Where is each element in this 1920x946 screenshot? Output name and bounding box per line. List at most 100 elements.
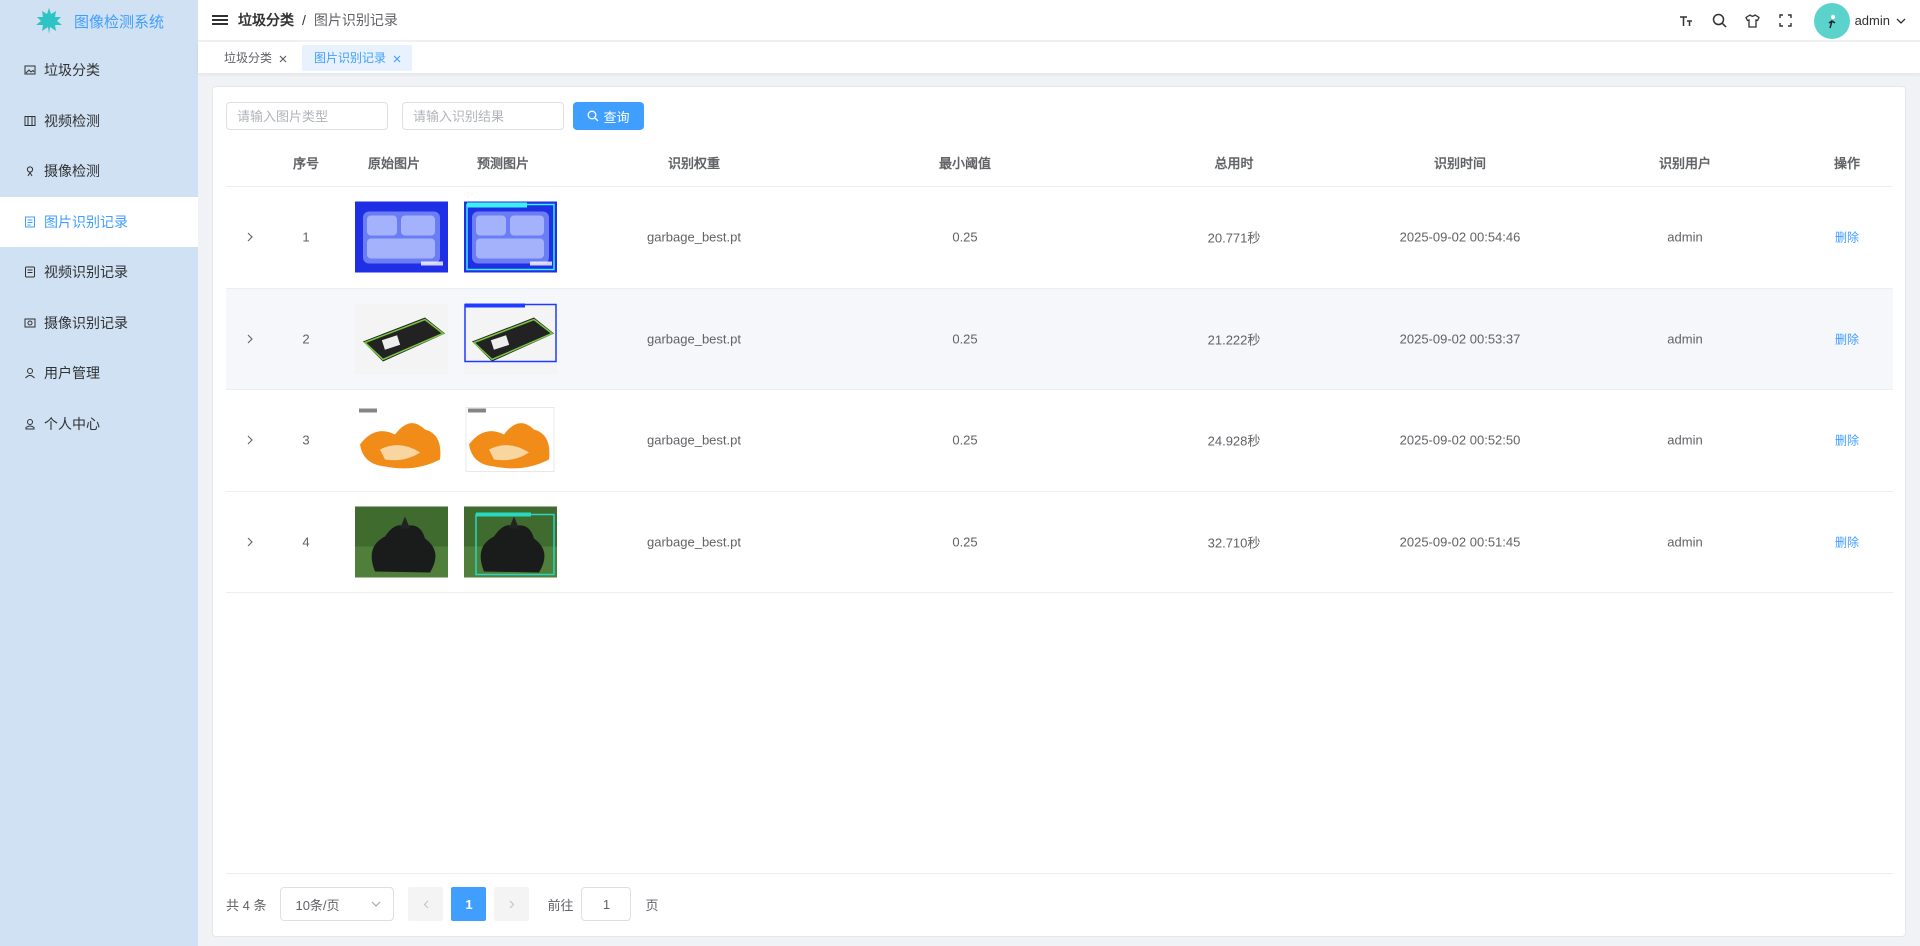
pagination: 共 4 条 10条/页 1 前往 页 [226,887,659,921]
avatar[interactable] [1813,2,1850,39]
sidebar-item-label: 视频识别记录 [44,264,128,281]
cell-user: admin [1667,229,1703,245]
col-weight: 识别权重 [667,156,721,171]
user-name[interactable]: admin [1855,13,1890,28]
cell-threshold: 0.25 [952,432,978,448]
query-button[interactable]: 查询 [573,102,644,130]
record-icon [24,216,36,228]
result-input[interactable] [402,102,564,130]
col-index: 序号 [292,156,320,171]
original-image[interactable] [355,303,448,375]
chevron-right-icon[interactable] [246,537,254,547]
next-page-button[interactable] [494,887,530,921]
table-row[interactable]: 3 garbage_best.pt 0.25 24.928秒 2025-09-02 00… [226,390,1893,492]
cell-threshold: 0.25 [952,229,978,245]
sidebar-item[interactable]: 图片识别记录 [0,196,198,247]
table-row[interactable]: 2 garbage_best.pt 0.25 21.222秒 2025-09-02 00… [226,288,1893,390]
sidebar-item[interactable]: 视频识别记录 [0,247,198,298]
delete-link[interactable]: 删除 [1835,432,1859,449]
hamburger-icon[interactable] [212,13,228,27]
maple-leaf-logo-icon [35,8,62,34]
sidebar-item[interactable]: 视频检测 [0,96,198,147]
chevron-down-icon[interactable] [1896,18,1906,24]
cell-duration: 24.928秒 [1207,433,1261,449]
table-header: 序号 原始图片 预测图片 识别权重 最小阈值 总用时 识别时间 识别用户 操作 [226,141,1893,187]
image-type-input[interactable] [226,102,388,130]
cell-weight: garbage_best.pt [647,331,741,347]
goto-page-input[interactable] [581,887,632,921]
breadcrumb-item-current: 图片识别记录 [313,12,398,28]
user-icon [24,367,36,379]
chevron-right-icon[interactable] [246,232,254,242]
delete-link[interactable]: 删除 [1835,533,1859,550]
col-action: 操作 [1833,156,1861,171]
sidebar-item[interactable]: 摄像识别记录 [0,298,198,349]
table-row[interactable]: 1 garbage_best.pt 0.25 20.771秒 2025-09-02 00… [226,187,1893,289]
original-image[interactable] [355,404,448,476]
camera-icon [24,165,36,177]
sidebar-item[interactable]: 用户管理 [0,348,198,399]
breadcrumb-item-home[interactable]: 垃圾分类 [238,10,294,30]
fullscreen-icon[interactable] [1769,4,1802,37]
records-table: 序号 原始图片 预测图片 识别权重 最小阈值 总用时 识别时间 识别用户 操作 … [226,141,1893,593]
navbar-actions: admin [1670,0,1906,41]
cell-index: 2 [302,331,310,347]
col-threshold: 最小阈值 [938,156,992,171]
cell-weight: garbage_best.pt [647,534,741,550]
tab[interactable]: 图片识别记录 [302,44,413,71]
cell-weight: garbage_best.pt [647,432,741,448]
col-time: 识别时间 [1433,156,1487,171]
filter-bar: 查询 [226,102,644,130]
cell-duration: 32.710秒 [1207,535,1261,551]
predicted-image[interactable] [464,201,557,273]
avatar-figure-icon [1828,14,1835,28]
prev-page-button[interactable] [408,887,444,921]
cell-user: admin [1667,432,1703,448]
cell-index: 1 [302,229,310,245]
chevron-right-icon[interactable] [246,435,254,445]
sidebar-item[interactable]: 摄像检测 [0,146,198,197]
delete-link[interactable]: 删除 [1835,229,1859,246]
search-icon[interactable] [1703,4,1736,37]
tab[interactable]: 垃圾分类 [212,45,298,71]
page-number-current[interactable]: 1 [451,887,487,921]
breadcrumb: 垃圾分类 / 图片识别记录 [238,10,398,30]
main-card: 查询 序号 原始图片 预测图片 识别权重 最小阈值 总用时 识别时间 识别用户 … [212,86,1906,937]
video-icon [24,115,36,127]
goto-label: 前往 [547,897,574,913]
predicted-image[interactable] [464,506,557,578]
delete-link[interactable]: 删除 [1835,330,1859,347]
logo[interactable]: 图像检测系统 [0,0,198,42]
chevron-down-icon [372,901,381,907]
top-navbar: 垃圾分类 / 图片识别记录 admin [198,0,1920,41]
close-icon[interactable] [278,53,288,63]
theme-shirt-icon[interactable] [1736,4,1769,37]
sidebar-item-label: 视频检测 [44,112,100,129]
pagination-divider [226,873,1893,874]
table-row[interactable]: 4 garbage_best.pt 0.25 32.710秒 2025-09-02 00… [226,492,1893,593]
sidebar-item[interactable]: 个人中心 [0,399,198,450]
sidebar-menu: 垃圾分类视频检测摄像检测 图片识别记录视频识别记录 摄像识别记录 用户管理个人中心 [0,45,198,449]
camera-record-icon [24,317,36,329]
chevron-right-icon [509,900,515,908]
tab-label: 图片识别记录 [314,51,387,65]
page-size-select[interactable]: 10条/页 [280,887,395,921]
cell-time: 2025-09-02 00:51:45 [1399,534,1521,550]
sidebar-item-label: 摄像识别记录 [44,314,128,331]
predicted-image[interactable] [464,404,557,476]
cell-threshold: 0.25 [952,534,978,550]
original-image[interactable] [355,506,448,578]
sidebar: 图像检测系统 垃圾分类视频检测摄像检测 图片识别记录视频识别记录 摄像识别记录 用户管… [0,0,198,946]
chevron-right-icon[interactable] [246,334,254,344]
font-size-icon[interactable] [1670,4,1703,37]
sidebar-item-label: 用户管理 [44,365,100,382]
table-body: 1 garbage_best.pt 0.25 20.771秒 2025-09-02 00… [226,187,1893,593]
original-image[interactable] [355,201,448,273]
cell-user: admin [1667,331,1703,347]
predicted-image[interactable] [464,303,557,375]
tags-view: 垃圾分类 图片识别记录 [198,42,1920,74]
close-icon[interactable] [392,53,402,63]
cell-weight: garbage_best.pt [647,229,741,245]
page-size-value: 10条/页 [295,897,340,913]
sidebar-item[interactable]: 垃圾分类 [0,45,198,96]
